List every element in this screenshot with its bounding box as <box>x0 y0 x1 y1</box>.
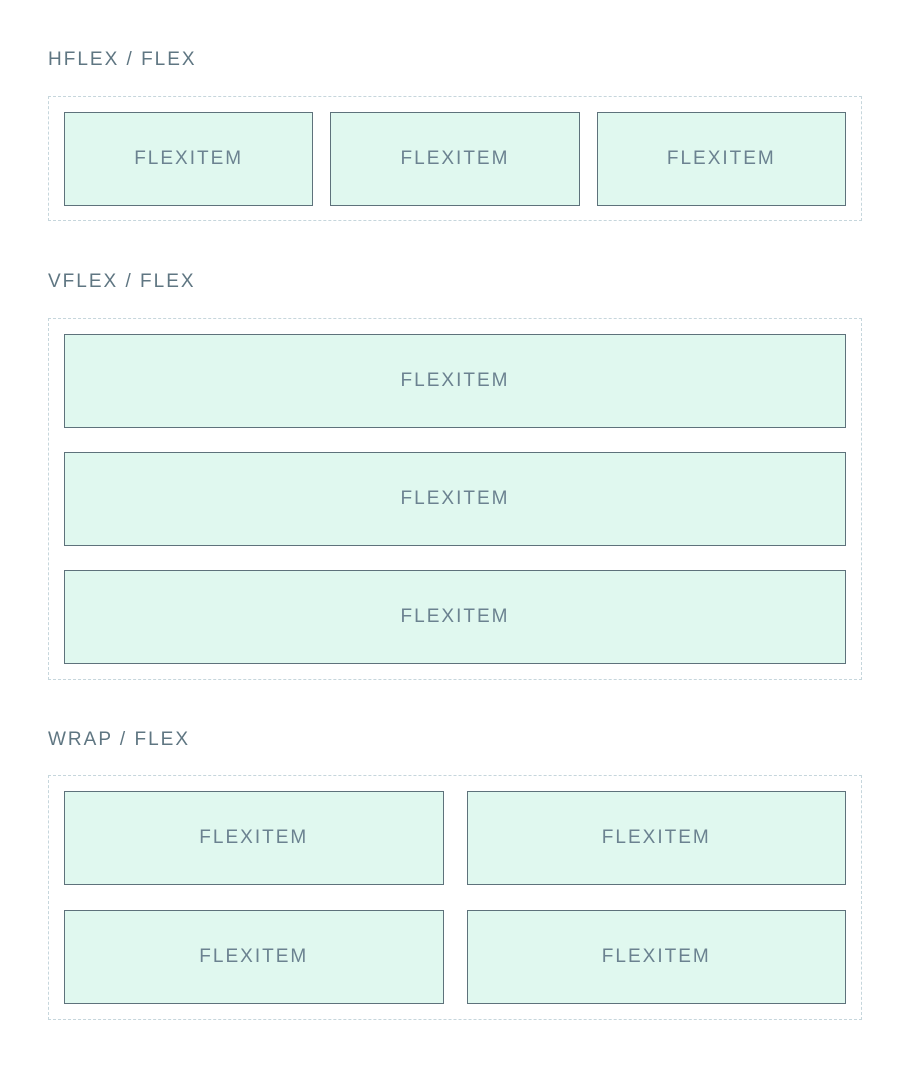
flex-item: FLEXITEM <box>64 334 846 428</box>
flex-item: FLEXITEM <box>596 112 846 206</box>
wrap-container: FLEXITEM FLEXITEM FLEXITEM FLEXITEM <box>48 775 862 1020</box>
flex-item: FLEXITEM <box>330 112 580 206</box>
flex-item: FLEXITEM <box>64 112 314 206</box>
hflex-section-label: HFLEX / FLEX <box>48 49 197 70</box>
flex-item: FLEXITEM <box>466 909 846 1004</box>
flex-item: FLEXITEM <box>64 452 846 546</box>
vflex-container: FLEXITEM FLEXITEM FLEXITEM <box>48 318 862 680</box>
vflex-section-label: VFLEX / FLEX <box>48 271 196 292</box>
hflex-container: FLEXITEM FLEXITEM FLEXITEM <box>48 96 862 221</box>
flex-item: FLEXITEM <box>64 909 444 1004</box>
flex-item: FLEXITEM <box>64 791 444 885</box>
flex-item: FLEXITEM <box>466 791 846 885</box>
wrap-section-label: WRAP / FLEX <box>48 729 191 750</box>
flex-item: FLEXITEM <box>64 570 846 664</box>
